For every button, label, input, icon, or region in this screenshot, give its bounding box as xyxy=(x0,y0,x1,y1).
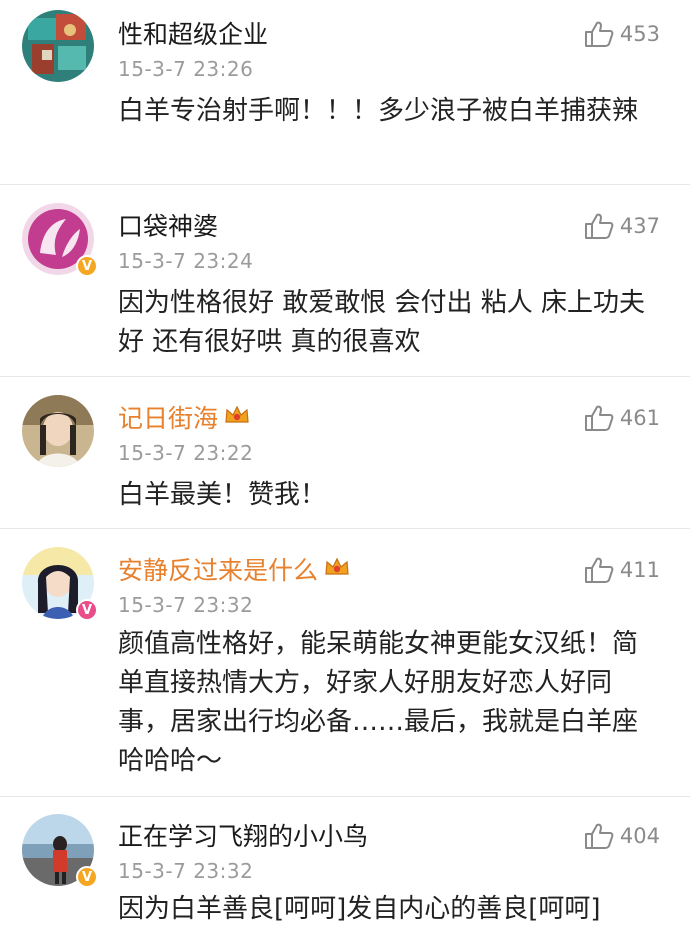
comment-username[interactable]: 性和超级企业 xyxy=(118,20,268,50)
comment-text: 颜值高性格好，能呆萌能女神更能女汉纸！简单直接热情大方，好家人好朋友好恋人好同事… xyxy=(118,629,639,776)
comment-item: V 口袋神婆 15-3-7 23:24 437 因为性格很好 敢爱敢恨 会付出 … xyxy=(0,185,690,377)
comment-username[interactable]: 口袋神婆 xyxy=(118,212,218,242)
like-count: 461 xyxy=(619,406,660,430)
comment-username-text: 记日街海 xyxy=(118,404,219,433)
crown-icon xyxy=(324,555,350,585)
like-button[interactable]: 453 xyxy=(584,20,660,48)
like-count: 437 xyxy=(619,214,660,238)
verified-badge-icon: V xyxy=(76,866,98,888)
thumbs-up-icon xyxy=(584,404,614,432)
comment-text: 白羊最美！赞我！ xyxy=(118,480,327,510)
comment-item: V 正在学习飞翔的小小鸟 15-3-7 23:32 404 因为白羊善良[呵呵]… xyxy=(0,797,690,945)
avatar[interactable]: V xyxy=(22,814,98,888)
comment-text: 因为性格很好 敢爱敢恨 会付出 粘人 床上功夫好 还有很好哄 真的很喜欢 xyxy=(118,288,646,357)
like-button[interactable]: 461 xyxy=(584,404,660,432)
crown-icon xyxy=(224,403,250,433)
comment-username[interactable]: 正在学习飞翔的小小鸟 xyxy=(118,822,368,852)
comment-timestamp: 15-3-7 23:32 xyxy=(118,593,254,617)
like-count: 404 xyxy=(619,824,660,848)
comment-timestamp: 15-3-7 23:22 xyxy=(118,441,254,465)
verified-badge-icon: V xyxy=(76,255,98,277)
comment-username[interactable]: 安静反过来是什么 xyxy=(118,556,350,586)
thumbs-up-icon xyxy=(584,822,614,850)
thumbs-up-icon xyxy=(584,212,614,240)
comment-username-text: 安静反过来是什么 xyxy=(118,556,319,585)
avatar[interactable] xyxy=(22,10,94,82)
avatar[interactable]: V xyxy=(22,203,98,277)
avatar[interactable] xyxy=(22,395,94,467)
verified-badge-icon: V xyxy=(76,599,98,621)
avatar[interactable]: V xyxy=(22,547,98,621)
comment-username[interactable]: 记日街海 xyxy=(118,404,250,434)
thumbs-up-icon xyxy=(584,20,614,48)
comment-item: V 安静反过来是什么 15-3-7 23:32 411 颜值高性格好，能呆萌能女… xyxy=(0,529,690,797)
comment-item: 记日街海 15-3-7 23:22 461 白羊最美！赞我！ xyxy=(0,377,690,529)
comment-text: 因为白羊善良[呵呵]发自内心的善良[呵呵] xyxy=(118,894,601,924)
thumbs-up-icon xyxy=(584,556,614,584)
like-button[interactable]: 437 xyxy=(584,212,660,240)
comment-timestamp: 15-3-7 23:32 xyxy=(118,859,254,883)
like-count: 411 xyxy=(619,558,660,582)
comment-item: 性和超级企业 15-3-7 23:26 453 白羊专治射手啊！！！多少浪子被白… xyxy=(0,0,690,185)
like-button[interactable]: 404 xyxy=(584,822,660,850)
comment-timestamp: 15-3-7 23:24 xyxy=(118,249,254,273)
like-count: 453 xyxy=(619,22,660,46)
like-button[interactable]: 411 xyxy=(584,556,660,584)
comment-text: 白羊专治射手啊！！！多少浪子被白羊捕获辣 xyxy=(118,96,639,126)
comment-timestamp: 15-3-7 23:26 xyxy=(118,57,254,81)
